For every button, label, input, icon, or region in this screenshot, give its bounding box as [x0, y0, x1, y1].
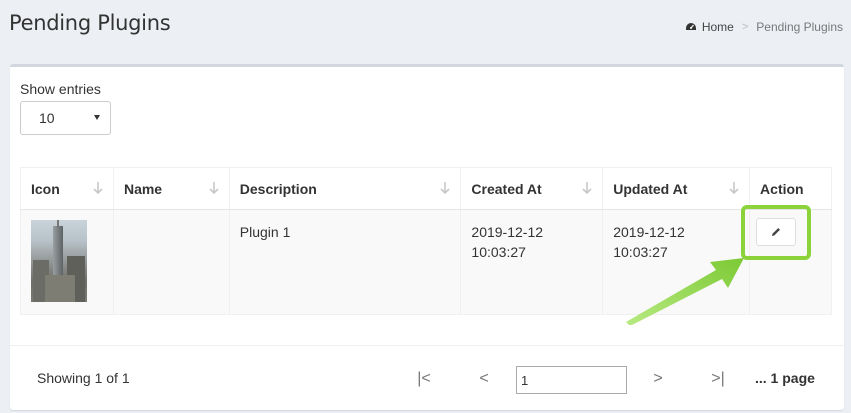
- sort-arrow-icon: [440, 182, 450, 195]
- first-page-button[interactable]: |<: [410, 364, 438, 394]
- cell-created-at: 2019-12-12 10:03:27: [460, 209, 603, 315]
- breadcrumb-home-link[interactable]: Home: [702, 20, 734, 34]
- cell-name: [112, 209, 230, 315]
- breadcrumb-current: Pending Plugins: [756, 20, 843, 34]
- column-header-description[interactable]: Description: [228, 167, 461, 210]
- page-count: ... 1 page: [755, 370, 815, 386]
- sort-arrow-icon: [209, 182, 219, 195]
- column-header-action: Action: [749, 167, 832, 210]
- column-header-created-at[interactable]: Created At: [460, 167, 603, 210]
- entries-select[interactable]: 10: [20, 101, 111, 135]
- plugin-icon-image: [31, 220, 87, 302]
- column-header-name[interactable]: Name: [112, 167, 230, 210]
- entries-select-value: 10: [39, 110, 55, 126]
- plugins-box: Show entries 10 Icon Name Description Cr…: [10, 64, 844, 410]
- show-entries-label: Show entries: [20, 81, 101, 97]
- table-footer: Showing 1 of 1 |< < > >| ... 1 page: [10, 345, 844, 413]
- cell-icon: [20, 209, 114, 315]
- sort-arrow-icon: [729, 182, 739, 195]
- last-page-button[interactable]: >|: [704, 364, 732, 394]
- sort-arrow-icon: [93, 182, 103, 195]
- next-page-button[interactable]: >: [644, 364, 672, 394]
- dashboard-icon: [685, 23, 696, 30]
- sort-arrow-icon: [582, 182, 592, 195]
- page-number-input[interactable]: [516, 366, 627, 394]
- column-header-icon[interactable]: Icon: [20, 167, 114, 210]
- edit-button[interactable]: [756, 218, 796, 246]
- page-header: Pending Plugins Home > Pending Plugins: [0, 0, 851, 50]
- caret-down-icon: [94, 115, 100, 120]
- pencil-icon: [772, 228, 780, 236]
- cell-description: Plugin 1: [228, 209, 461, 315]
- prev-page-button[interactable]: <: [470, 364, 498, 394]
- showing-count: Showing 1 of 1: [37, 370, 130, 386]
- column-header-updated-at[interactable]: Updated At: [602, 167, 750, 210]
- breadcrumb-separator: >: [741, 21, 749, 33]
- page-title: Pending Plugins: [9, 11, 171, 35]
- breadcrumb: Home > Pending Plugins: [685, 20, 843, 34]
- pointer-arrow-annotation: [626, 258, 744, 325]
